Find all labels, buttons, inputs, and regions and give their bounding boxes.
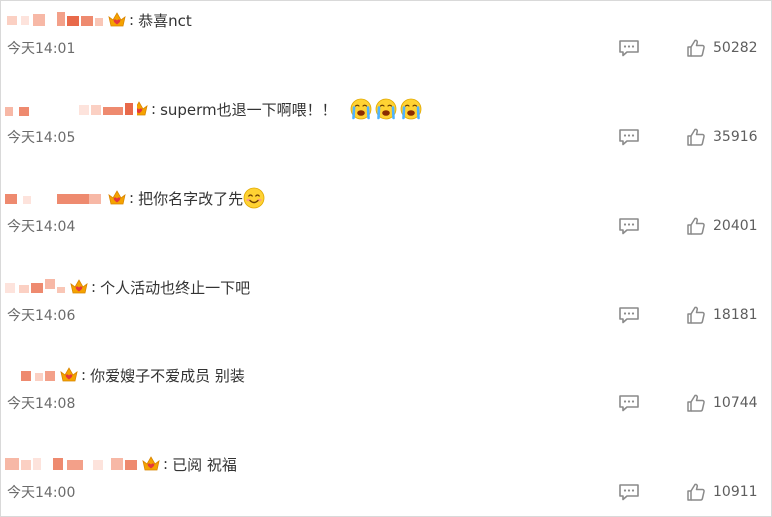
username-mosaic[interactable] (1, 456, 141, 472)
thumbs-up-icon (686, 216, 706, 236)
comment-line: : 个人活动也终止一下吧 (1, 274, 250, 300)
comment-item: : 你爱嫂子不爱成员 别装 今天14:08 10744 (1, 356, 771, 445)
comment-reply-icon[interactable] (618, 39, 640, 57)
comment-timestamp: 今天14:06 (7, 308, 76, 324)
thumbs-up-icon (686, 127, 706, 147)
like-button[interactable]: 35916 (686, 126, 758, 148)
username-mosaic[interactable] (1, 101, 137, 117)
comment-timestamp: 今天14:00 (7, 485, 76, 501)
username-mosaic[interactable] (1, 12, 107, 28)
comment-line: : 恭喜nct (1, 7, 192, 33)
comment-item: : 已阅 祝福 今天14:00 10911 (1, 445, 771, 516)
comment-timestamp: 今天14:05 (7, 130, 76, 146)
comment-line: : 把你名字改了先 (1, 185, 265, 211)
comment-reply-icon[interactable] (618, 306, 640, 324)
comment-item: : 恭喜nct 今天14:01 50282 (1, 1, 771, 90)
comment-timestamp: 今天14:04 (7, 219, 76, 235)
thumbs-up-icon (686, 38, 706, 58)
fan-crown-badge-icon (141, 455, 161, 473)
comment-text: 把你名字改了先 (138, 189, 244, 208)
comment-line: : 你爱嫂子不爱成员 别装 (1, 362, 245, 388)
comment-item: : 个人活动也终止一下吧 今天14:06 18181 (1, 268, 771, 357)
crying-face-emoji (400, 98, 422, 120)
comment-text: 已阅 祝福 (172, 455, 237, 474)
comment-reply-icon[interactable] (618, 217, 640, 235)
comment-item: : 把你名字改了先 今天14:04 20401 (1, 179, 771, 268)
crying-face-emoji (375, 98, 397, 120)
comment-reply-icon[interactable] (618, 483, 640, 501)
comment-text: superm也退一下啊喂！！ (160, 100, 337, 119)
like-button[interactable]: 18181 (686, 304, 758, 326)
thumbs-up-icon (686, 393, 706, 413)
fan-crown-badge-icon (130, 100, 149, 118)
like-count: 35916 (713, 129, 758, 145)
like-button[interactable]: 20401 (686, 215, 758, 237)
comment-reply-icon[interactable] (618, 394, 640, 412)
comment-line: : superm也退一下啊喂！！ (1, 96, 422, 122)
fan-crown-badge-icon (69, 278, 89, 296)
comment-text: 恭喜nct (138, 11, 192, 30)
like-count: 10744 (713, 395, 758, 411)
like-count: 10911 (713, 484, 758, 500)
thumbs-up-icon (686, 305, 706, 325)
comment-item: : superm也退一下啊喂！！ 今天14:05 35916 (1, 90, 771, 179)
username-mosaic[interactable] (1, 279, 69, 295)
smiling-face-emoji (243, 187, 265, 209)
fan-crown-badge-icon (59, 366, 79, 384)
like-button[interactable]: 10911 (686, 481, 758, 503)
comment-list: : 恭喜nct 今天14:01 50282 : superm也退一下啊喂！！ 今… (0, 0, 772, 517)
like-count: 20401 (713, 218, 758, 234)
like-count: 50282 (713, 40, 758, 56)
comment-line: : 已阅 祝福 (1, 451, 237, 477)
crying-face-emoji (350, 98, 372, 120)
username-mosaic[interactable] (1, 190, 107, 206)
comment-timestamp: 今天14:08 (7, 396, 76, 412)
comment-timestamp: 今天14:01 (7, 41, 76, 57)
comment-reply-icon[interactable] (618, 128, 640, 146)
comment-text: 你爱嫂子不爱成员 别装 (90, 366, 245, 385)
emoji-group (347, 98, 422, 120)
like-button[interactable]: 50282 (686, 37, 758, 59)
like-count: 18181 (713, 307, 758, 323)
like-button[interactable]: 10744 (686, 392, 758, 414)
thumbs-up-icon (686, 482, 706, 502)
fan-crown-badge-icon (107, 11, 127, 29)
username-mosaic[interactable] (1, 367, 59, 383)
fan-crown-badge-icon (107, 189, 127, 207)
comment-text: 个人活动也终止一下吧 (100, 278, 251, 297)
